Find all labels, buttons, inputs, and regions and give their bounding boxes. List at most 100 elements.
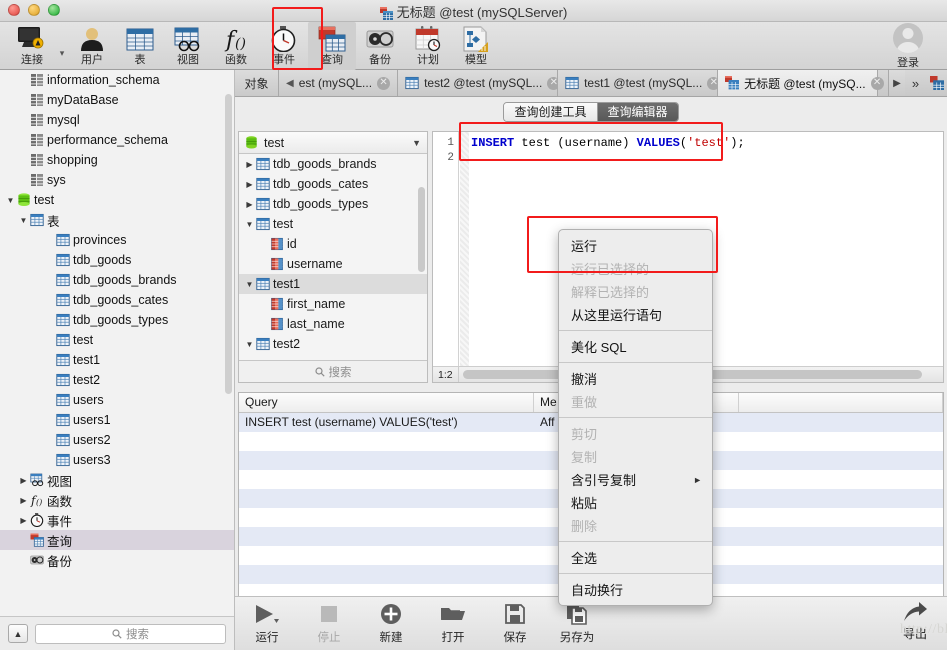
sidebar-search-input[interactable]: 搜索 bbox=[35, 623, 226, 644]
db-tree-item-tdb_goods_types[interactable]: ▶ tdb_goods_types bbox=[239, 194, 427, 214]
save-as-button[interactable]: 另存为 bbox=[555, 601, 599, 645]
disclosure-triangle-icon[interactable]: ▶ bbox=[17, 476, 30, 485]
db-tree-item-tdb_goods_brands[interactable]: ▶ tdb_goods_brands bbox=[239, 154, 427, 174]
db-tree-item-first_name[interactable]: ▶first_name bbox=[239, 294, 427, 314]
close-icon[interactable]: ✕ bbox=[870, 76, 884, 90]
open-button[interactable]: 打开 bbox=[431, 601, 475, 645]
save-button[interactable]: 保存 bbox=[493, 601, 537, 645]
db-tree-item-username[interactable]: ▶username bbox=[239, 254, 427, 274]
sidebar-item-users[interactable]: ▶users bbox=[0, 390, 234, 410]
database-tree-scrollbar[interactable] bbox=[418, 187, 425, 272]
tab-next-arrow-icon[interactable]: ▶ bbox=[888, 70, 905, 96]
disclosure-triangle-icon[interactable]: ▶ bbox=[243, 160, 256, 169]
disclosure-triangle-icon[interactable]: ▶ bbox=[243, 180, 256, 189]
open-label: 打开 bbox=[441, 632, 465, 644]
sidebar-item-test[interactable]: ▼ test bbox=[0, 190, 234, 210]
context-menu-item-3[interactable]: 从这里运行语句 bbox=[559, 303, 712, 326]
sidebar-item-备份[interactable]: ▶备份 bbox=[0, 550, 234, 570]
toolbar-button-query[interactable]: 查询 bbox=[308, 22, 356, 70]
context-menu-item-9[interactable]: 含引号复制 ► bbox=[559, 468, 712, 491]
editor-tab-0[interactable]: ◀ est (mySQL... ✕ bbox=[279, 70, 399, 96]
db-tree-item-test1[interactable]: ▼ test1 bbox=[239, 274, 427, 294]
sidebar-item-myDataBase[interactable]: ▶myDataBase bbox=[0, 90, 234, 110]
tab-overflow-double-chevron-icon[interactable]: » bbox=[905, 70, 926, 96]
results-column-query[interactable]: Query bbox=[239, 393, 534, 412]
db-tree-item-tdb_goods_cates[interactable]: ▶ tdb_goods_cates bbox=[239, 174, 427, 194]
sidebar-item-test[interactable]: ▶test bbox=[0, 330, 234, 350]
disclosure-triangle-icon[interactable]: ▶ bbox=[243, 200, 256, 209]
toolbar-button-function[interactable]: f () 函数 bbox=[212, 22, 260, 70]
sidebar-scrollbar[interactable] bbox=[225, 94, 232, 394]
left-arrow-icon[interactable]: ◀ bbox=[286, 78, 294, 89]
toolbar-button-table[interactable]: 表 bbox=[116, 22, 164, 70]
new-button[interactable]: 新建 bbox=[369, 601, 413, 645]
toolbar-button-view[interactable]: 视图 bbox=[164, 22, 212, 70]
database-selector[interactable]: test ▼ bbox=[239, 132, 427, 154]
disclosure-triangle-icon[interactable]: ▼ bbox=[243, 220, 256, 229]
sidebar-item-information_schema[interactable]: ▶information_schema bbox=[0, 70, 234, 90]
toolbar-button-model[interactable]: 模型 bbox=[452, 22, 500, 70]
sidebar-item-provinces[interactable]: ▶provinces bbox=[0, 230, 234, 250]
toolbar-button-schedule[interactable]: 计划 bbox=[404, 22, 452, 70]
database-search-input[interactable]: 搜索 bbox=[239, 360, 427, 382]
sidebar-item-test1[interactable]: ▶test1 bbox=[0, 350, 234, 370]
db-tree-item-test[interactable]: ▼ test bbox=[239, 214, 427, 234]
collapse-up-icon[interactable]: ▲ bbox=[8, 624, 28, 643]
db-tree-item-test2[interactable]: ▼ test2 bbox=[239, 334, 427, 354]
close-icon[interactable]: ✕ bbox=[377, 76, 391, 90]
sidebar-item-sys[interactable]: ▶sys bbox=[0, 170, 234, 190]
toolbar-button-user[interactable]: 用户 bbox=[68, 22, 116, 70]
sidebar-item-函数[interactable]: ▶ f() 函数 bbox=[0, 490, 234, 510]
sidebar-item-shopping[interactable]: ▶shopping bbox=[0, 150, 234, 170]
context-menu-item-4[interactable]: 美化 SQL bbox=[559, 335, 712, 358]
sidebar-item-tdb_goods_types[interactable]: ▶tdb_goods_types bbox=[0, 310, 234, 330]
disclosure-triangle-icon[interactable]: ▼ bbox=[17, 216, 30, 225]
tab-object[interactable]: 对象 bbox=[235, 70, 279, 96]
run-button[interactable]: 运行 bbox=[245, 601, 289, 645]
context-menu-item-5[interactable]: 撤消 bbox=[559, 367, 712, 390]
database-object-tree[interactable]: ▶ tdb_goods_brands ▶ tdb_goods_cates ▶ tdb_go… bbox=[239, 154, 427, 360]
toolbar-button-backup[interactable]: 备份 bbox=[356, 22, 404, 70]
disclosure-triangle-icon[interactable]: ▼ bbox=[4, 196, 17, 205]
sidebar-item-查询[interactable]: ▶查询 bbox=[0, 530, 234, 550]
editor-tab-2[interactable]: test1 @test (mySQL... ✕ bbox=[558, 70, 721, 96]
db-tree-item-last_name[interactable]: ▶last_name bbox=[239, 314, 427, 334]
sidebar-item-tdb_goods_brands[interactable]: ▶tdb_goods_brands bbox=[0, 270, 234, 290]
sidebar-item-tdb_goods[interactable]: ▶tdb_goods bbox=[0, 250, 234, 270]
sidebar-item-users3[interactable]: ▶users3 bbox=[0, 450, 234, 470]
editor-tab-1[interactable]: test2 @test (mySQL... ✕ bbox=[398, 70, 561, 96]
editor-context-menu[interactable]: 运行 运行已选择的 解释已选择的 从这里运行语句 美化 SQL 撤消 重做 剪切 复制 含引号复制… bbox=[558, 229, 713, 606]
sidebar-item-performance_schema[interactable]: ▶performance_schema bbox=[0, 130, 234, 150]
disclosure-triangle-icon[interactable]: ▼ bbox=[243, 340, 256, 349]
sidebar-item-users1[interactable]: ▶users1 bbox=[0, 410, 234, 430]
disclosure-triangle-icon[interactable]: ▶ bbox=[17, 496, 30, 505]
sidebar-item-视图[interactable]: ▶ 视图 bbox=[0, 470, 234, 490]
chevron-down-icon[interactable]: ▾ bbox=[56, 48, 68, 59]
editor-tab-3[interactable]: 无标题 @test (mySQ... ✕ bbox=[718, 70, 884, 96]
sidebar-item-mysql[interactable]: ▶mysql bbox=[0, 110, 234, 130]
sidebar-item-表[interactable]: ▼ 表 bbox=[0, 210, 234, 230]
sidebar-item-label: myDataBase bbox=[47, 93, 119, 107]
sidebar-item-事件[interactable]: ▶ 事件 bbox=[0, 510, 234, 530]
disclosure-triangle-icon[interactable]: ▶ bbox=[17, 516, 30, 525]
sidebar-item-users2[interactable]: ▶users2 bbox=[0, 430, 234, 450]
login-button[interactable]: 登录 bbox=[877, 22, 939, 70]
sidebar-tree[interactable]: ▶information_schema▶myDataBase▶mysql▶per… bbox=[0, 70, 234, 615]
context-menu-item-10[interactable]: 粘贴 bbox=[559, 491, 712, 514]
sidebar-item-test2[interactable]: ▶test2 bbox=[0, 370, 234, 390]
stop-button[interactable]: 停止 bbox=[307, 601, 351, 645]
disclosure-triangle-icon[interactable]: ▼ bbox=[243, 280, 256, 289]
sql-code-text[interactable]: INSERT test (username) VALUES('test'); bbox=[471, 136, 941, 151]
toolbar-button-event[interactable]: 事件 bbox=[260, 22, 308, 70]
sidebar-item-tdb_goods_cates[interactable]: ▶tdb_goods_cates bbox=[0, 290, 234, 310]
context-menu-item-12[interactable]: 全选 bbox=[559, 546, 712, 569]
tab-end-query-table-icon[interactable] bbox=[926, 70, 947, 96]
db-tree-item-id[interactable]: ▶id bbox=[239, 234, 427, 254]
context-menu-item-13[interactable]: 自动换行 bbox=[559, 578, 712, 601]
context-menu-item-0[interactable]: 运行 bbox=[559, 234, 712, 257]
chevron-down-icon[interactable]: ▼ bbox=[412, 138, 421, 148]
tab-query-builder[interactable]: 查询创建工具 bbox=[504, 102, 598, 121]
results-column-extra[interactable] bbox=[739, 393, 943, 412]
toolbar-button-connection[interactable]: 连接 bbox=[8, 22, 56, 70]
tab-query-editor[interactable]: 查询编辑器 bbox=[597, 102, 678, 121]
